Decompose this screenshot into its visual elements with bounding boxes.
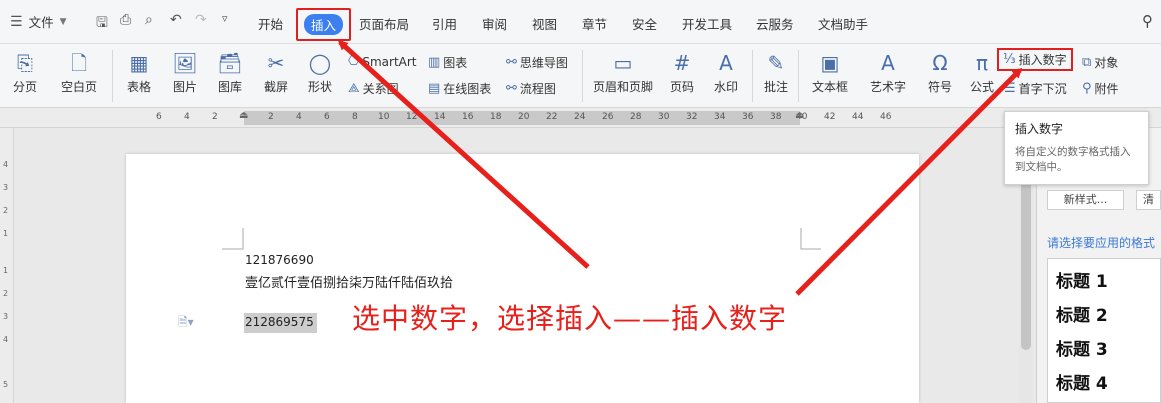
style-list: 标题 1 标题 2 标题 3 标题 4: [1047, 258, 1161, 403]
style-heading-3[interactable]: 标题 3: [1056, 335, 1108, 360]
new-style-button[interactable]: 新样式...: [1047, 190, 1124, 210]
insert-number-tooltip: 插入数字 将自定义的数字格式插入到文档中。: [1004, 111, 1149, 185]
tooltip-description: 将自定义的数字格式插入到文档中。: [1015, 146, 1131, 173]
style-heading-2[interactable]: 标题 2: [1056, 301, 1108, 326]
tooltip-title: 插入数字: [1015, 122, 1064, 136]
style-prompt: 请选择要应用的格式: [1047, 236, 1156, 250]
arrow-to-insert-tab: [337, 39, 590, 269]
annotation-arrows: [337, 39, 1023, 296]
clear-format-button[interactable]: 清: [1136, 190, 1161, 210]
arrow-to-insert-number: [795, 67, 1023, 296]
style-heading-1[interactable]: 标题 1: [1056, 267, 1108, 292]
style-heading-4[interactable]: 标题 4: [1056, 369, 1108, 394]
